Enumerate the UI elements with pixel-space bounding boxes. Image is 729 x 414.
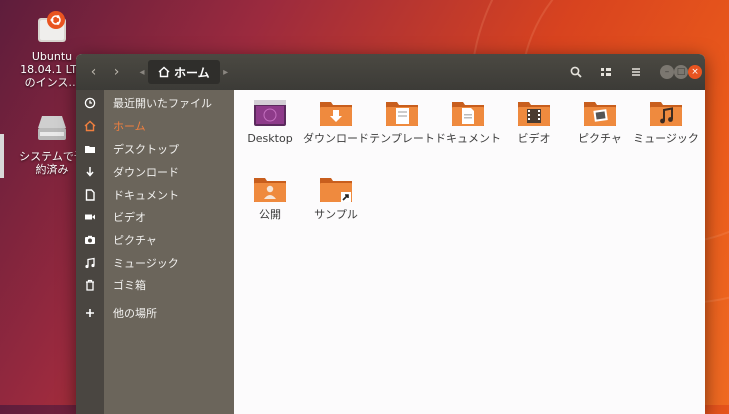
sidebar-item-label: ダウンロード [113, 166, 179, 179]
file-item-desktop[interactable]: Desktop [237, 98, 303, 146]
file-item-label: ドキュメント [435, 132, 501, 145]
sidebar-item-documents[interactable]: ドキュメント [76, 184, 234, 206]
file-view: Desktop ダウンロード テンプレート ドキュメント ビデオ ピクチャ ミュ… [234, 90, 705, 414]
close-icon: × [691, 67, 699, 77]
menu-icon [632, 68, 640, 76]
download-folder-icon [319, 98, 353, 128]
pictures-folder-icon [583, 98, 617, 128]
sidebar-item-other-locations[interactable]: 他の場所 [76, 302, 234, 324]
desktop-folder-icon [253, 98, 287, 128]
file-item-label: Desktop [247, 132, 293, 145]
document-icon [85, 189, 95, 201]
close-button[interactable]: × [688, 65, 702, 79]
home-icon [84, 120, 96, 132]
file-item-videos[interactable]: ビデオ [501, 98, 567, 146]
files-window: ‹ › ◂ ホーム ▸ – □ × 最近開いたファイル ホーム デスクトップ ダ… [76, 54, 705, 414]
file-item-public[interactable]: 公開 [237, 174, 303, 222]
sidebar-item-pictures[interactable]: ピクチャ [76, 229, 234, 251]
music-folder-icon [649, 98, 683, 128]
sidebar-item-label: 最近開いたファイル [113, 97, 212, 110]
forward-button[interactable]: › [105, 61, 128, 83]
minimize-icon: – [664, 67, 670, 77]
file-item-templates[interactable]: テンプレート [369, 98, 435, 146]
nav-buttons: ‹ › [82, 61, 128, 83]
sidebar-item-label: ミュージック [113, 257, 179, 270]
path-home-button[interactable]: ホーム [148, 60, 220, 84]
trash-icon [86, 279, 94, 291]
sidebar-item-label: ドキュメント [113, 189, 179, 202]
templates-folder-icon [385, 98, 419, 128]
search-icon [570, 66, 582, 78]
sidebar-item-home[interactable]: ホーム [76, 115, 234, 137]
sidebar-item-label: ビデオ [113, 211, 146, 224]
dock-edge [0, 134, 4, 178]
path-right-arrow[interactable]: ▸ [220, 60, 232, 84]
video-icon [85, 214, 95, 220]
minimize-button[interactable]: – [660, 65, 674, 79]
folder-icon [85, 146, 95, 153]
maximize-icon: □ [676, 67, 686, 77]
sidebar-item-desktop[interactable]: デスクトップ [76, 138, 234, 160]
places-sidebar: 最近開いたファイル ホーム デスクトップ ダウンロード ドキュメント ビデオ ピ… [76, 90, 234, 414]
sidebar-item-label: ゴミ箱 [113, 279, 146, 292]
file-item-label: ミュージック [633, 132, 699, 145]
recent-icon [84, 97, 96, 109]
plus-icon [86, 309, 94, 317]
back-button[interactable]: ‹ [82, 61, 105, 83]
file-item-music[interactable]: ミュージック [633, 98, 699, 146]
file-item-label: ピクチャ [578, 132, 622, 145]
file-item-examples[interactable]: サンプル [303, 174, 369, 222]
video-folder-icon [517, 98, 551, 128]
menu-button[interactable] [624, 61, 648, 83]
sidebar-item-downloads[interactable]: ダウンロード [76, 161, 234, 183]
file-item-pictures[interactable]: ピクチャ [567, 98, 633, 146]
public-folder-icon [253, 174, 287, 204]
examples-folder-icon [319, 174, 353, 204]
sidebar-item-recent[interactable]: 最近開いたファイル [76, 92, 234, 114]
back-icon: ‹ [90, 64, 97, 80]
file-item-downloads[interactable]: ダウンロード [303, 98, 369, 146]
documents-folder-icon [451, 98, 485, 128]
file-item-documents[interactable]: ドキュメント [435, 98, 501, 146]
forward-icon: › [113, 64, 120, 80]
camera-icon [85, 235, 95, 244]
search-button[interactable] [564, 61, 588, 83]
ubuntu-installer-icon [32, 8, 72, 48]
music-icon [85, 257, 95, 269]
view-toggle-button[interactable] [594, 61, 618, 83]
file-item-label: ビデオ [517, 132, 551, 145]
drive-icon [32, 108, 72, 148]
sidebar-item-label: デスクトップ [113, 143, 179, 156]
home-icon [158, 66, 170, 78]
download-icon [86, 167, 94, 177]
headerbar: ‹ › ◂ ホーム ▸ – □ × [76, 54, 705, 90]
path-home-label: ホーム [174, 65, 210, 80]
file-item-label: 公開 [259, 208, 281, 221]
path-bar: ◂ ホーム ▸ [136, 60, 232, 84]
sidebar-item-music[interactable]: ミュージック [76, 252, 234, 274]
sidebar-item-label: ピクチャ [113, 234, 157, 247]
file-item-label: ダウンロード [303, 132, 369, 145]
file-item-label: サンプル [314, 208, 358, 221]
maximize-button[interactable]: □ [674, 65, 688, 79]
grid-view-icon [601, 68, 611, 76]
file-item-label: テンプレート [369, 132, 435, 145]
sidebar-item-trash[interactable]: ゴミ箱 [76, 274, 234, 296]
path-left-arrow[interactable]: ◂ [136, 60, 148, 84]
sidebar-item-videos[interactable]: ビデオ [76, 206, 234, 228]
sidebar-item-label: ホーム [113, 120, 146, 133]
sidebar-item-label: 他の場所 [113, 307, 157, 320]
